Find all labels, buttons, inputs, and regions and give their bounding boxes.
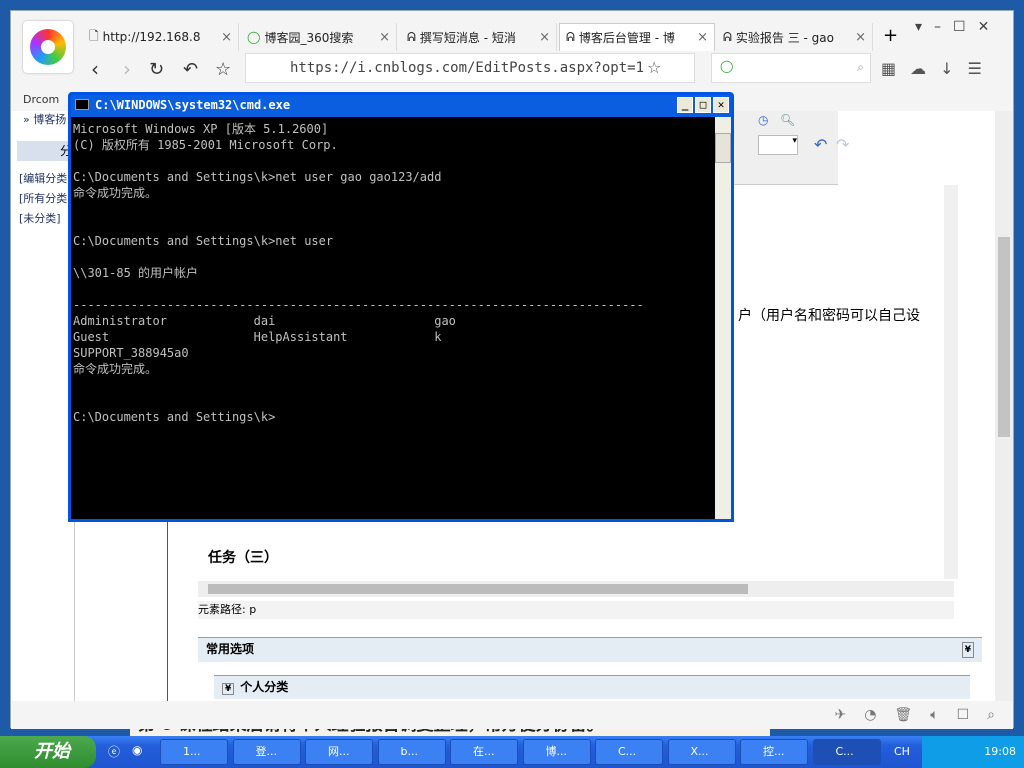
edit-category-link[interactable]: [编辑分类] — [19, 169, 74, 189]
section-title: 个人分类 — [240, 680, 289, 694]
editor-horizontal-scrollbar[interactable] — [198, 581, 954, 597]
close-tab-icon[interactable]: × — [221, 30, 232, 45]
cmd-icon — [75, 99, 89, 110]
taskbar-item[interactable]: C... — [595, 739, 663, 765]
uncategorized-link[interactable]: [未分类] — [19, 209, 74, 229]
sidebar-header: 分 — [17, 141, 74, 161]
undo-close-icon[interactable]: ↶ — [183, 59, 198, 80]
browser-status-bar: ✈ ◔ 🗑︎ 🔈︎ ☐ ⌕ — [11, 701, 1013, 729]
minimize-button[interactable]: _ — [677, 97, 693, 113]
taskbar-item[interactable]: X... — [667, 739, 736, 765]
expand-icon[interactable]: ¥ — [961, 642, 974, 658]
expand-icon[interactable]: ¥ — [222, 683, 235, 695]
close-tab-icon[interactable]: × — [697, 30, 708, 45]
speed-icon[interactable]: ◔ — [864, 707, 876, 723]
breadcrumb[interactable]: » 博客扬 — [17, 111, 74, 127]
taskbar-item[interactable]: 在... — [450, 739, 518, 765]
taskbar-item[interactable]: 博... — [522, 739, 591, 765]
tab-3[interactable]: ᕱ 撰写短消息 - 短消 × — [401, 23, 557, 51]
redo-icon[interactable]: ↷ — [836, 135, 849, 154]
browser-logo-icon — [23, 21, 73, 73]
sound-icon[interactable]: 🔈︎ — [930, 707, 938, 723]
blog-sidebar: » 博客扬 分 [编辑分类] [所有分类] [未分类] — [17, 111, 75, 701]
address-bar[interactable]: https://i.cnblogs.com/EditPosts.aspx?opt… — [245, 53, 695, 83]
taskbar-item[interactable]: 1... — [160, 739, 228, 765]
language-indicator[interactable]: CH — [894, 736, 910, 768]
desktop-quicklaunch-icon[interactable]: ◉ — [132, 743, 142, 757]
cmd-scrollbar[interactable] — [715, 117, 731, 519]
tab-2[interactable]: ◯ 博客园_360搜索 × — [241, 23, 397, 51]
editor-scrollbar[interactable] — [944, 185, 958, 579]
undo-icon[interactable]: ↶ — [814, 135, 827, 154]
editor-text: 户（用户名和密码可以自己设 — [738, 308, 920, 324]
window-icon[interactable]: ☐ — [957, 707, 970, 723]
tab-4[interactable]: ᕱ 博客后台管理 - 博 × — [559, 23, 715, 51]
cnblogs-icon: ᕱ — [566, 30, 575, 44]
ie-quicklaunch-icon[interactable]: ⓔ — [108, 743, 120, 760]
search-logo-icon: ◯ — [720, 59, 734, 73]
cnblogs-icon: ᕱ — [407, 29, 416, 44]
page-icon: 🗋 — [89, 28, 99, 43]
search-icon[interactable]: ⌕ — [857, 60, 864, 75]
close-tab-icon[interactable]: × — [379, 30, 390, 45]
search-logo-icon: ◯ — [247, 30, 261, 44]
taskbar-item[interactable]: C... — [812, 739, 881, 765]
font-size-select[interactable]: ▾ — [758, 135, 798, 155]
tab-5[interactable]: ᕱ 实验报告 三 - gao × — [717, 23, 873, 51]
forward-icon[interactable]: › — [123, 57, 131, 81]
element-path: 元素路径: p — [198, 601, 954, 619]
close-tab-icon[interactable]: × — [539, 30, 550, 45]
cmd-title: C:\WINDOWS\system32\cmd.exe — [95, 98, 291, 112]
close-button[interactable]: ✕ — [713, 97, 729, 113]
taskbar-item[interactable]: 登... — [232, 739, 301, 765]
time-icon[interactable]: ◷ — [758, 113, 768, 127]
common-options-section[interactable]: 常用选项 ¥ — [198, 637, 982, 662]
personal-category-section[interactable]: ¥ 个人分类 — [214, 675, 970, 699]
system-tray: CH 19:08 — [894, 736, 1024, 768]
close-tab-icon[interactable]: × — [855, 30, 866, 45]
page-scrollbar[interactable] — [995, 111, 1013, 701]
taskbar-item[interactable]: 网... — [305, 739, 373, 765]
cnblogs-icon: ᕱ — [723, 29, 732, 44]
new-tab-button[interactable]: + — [883, 25, 898, 46]
window-controls[interactable]: ▾–☐✕ — [915, 19, 1001, 35]
tab-1[interactable]: 🗋 http://192.168.8 × — [83, 23, 239, 51]
preview-icon[interactable]: 🔍︎ — [780, 113, 795, 127]
maximize-button[interactable]: □ — [695, 97, 711, 113]
bookmark-item[interactable]: Drcom — [23, 93, 59, 106]
cmd-output[interactable]: Microsoft Windows XP [版本 5.1.2600] (C) 版… — [71, 117, 715, 519]
toolbar-icons[interactable]: ▦☁↓☰ — [881, 59, 996, 78]
back-icon[interactable]: ‹ — [91, 57, 99, 81]
trash-icon[interactable]: 🗑︎ — [894, 707, 912, 723]
taskbar-item[interactable]: b... — [377, 739, 446, 765]
taskbar-item[interactable]: 控... — [740, 739, 808, 765]
bookmark-star-icon[interactable]: ☆ — [647, 58, 661, 77]
all-categories-link[interactable]: [所有分类] — [19, 189, 74, 209]
zoom-icon[interactable]: ⌕ — [987, 707, 995, 723]
start-button[interactable]: 开始 — [0, 736, 96, 768]
cmd-title-bar[interactable]: C:\WINDOWS\system32\cmd.exe _ □ ✕ — [71, 95, 731, 115]
pin-icon[interactable]: ✈ — [834, 707, 846, 723]
section-heading: 任务（三） — [208, 550, 278, 566]
reload-icon[interactable]: ↻ — [149, 59, 164, 80]
favorite-star-icon[interactable]: ☆ — [215, 59, 231, 80]
cmd-window: C:\WINDOWS\system32\cmd.exe _ □ ✕ Micros… — [68, 92, 734, 522]
taskbar: 开始 ⓔ ◉ 1... 登... 网... b... 在... 博... C... X... 控… — [0, 736, 1024, 768]
clock: 19:08 — [984, 745, 1016, 758]
section-title: 常用选项 — [206, 642, 255, 656]
search-box[interactable]: ◯ ⌕ — [711, 53, 871, 83]
